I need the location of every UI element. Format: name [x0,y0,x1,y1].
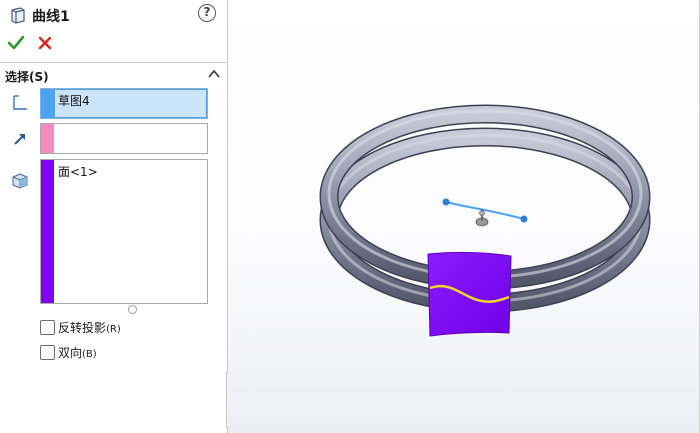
direction-color-swatch [41,124,54,153]
sketch-color-swatch [41,89,54,118]
sketch-selection-box[interactable]: 草图4 [40,88,208,119]
reverse-projection-checkbox[interactable] [40,320,55,335]
bidirectional-option[interactable]: 双向(B) [40,345,120,361]
sketch-icon [13,95,27,110]
property-manager-panel: 曲线1 ? 选择(S) 草图4 面<1> 反转投影(R) 双向(B) [0,0,227,433]
bidirectional-checkbox[interactable] [40,345,55,360]
face-selection-item[interactable]: 面<1> [58,163,98,180]
graphics-viewport[interactable] [228,0,700,433]
ok-button[interactable] [7,34,25,52]
bidirectional-text: 双向 [58,346,83,360]
sketch-selection-value: 草图4 [58,94,90,108]
cancel-button[interactable] [37,34,53,52]
curve-feature-icon [11,7,25,24]
header-divider [0,62,227,63]
help-button[interactable]: ? [198,4,216,22]
reverse-projection-accel: (R) [106,324,121,335]
face-cube-icon [12,173,28,189]
reverse-projection-option[interactable]: 反转投影(R) [40,320,160,336]
direction-arrow-icon [14,134,25,145]
origin-marker-icon [475,209,489,227]
direction-selection-box[interactable] [40,123,208,154]
bidirectional-label: 双向(B) [58,344,97,361]
bidirectional-accel: (B) [82,349,97,360]
selected-face-patch[interactable] [427,251,512,337]
selection-group-title: 选择(S) [5,70,49,84]
reverse-projection-label: 反转投影(R) [58,319,121,336]
reverse-projection-text: 反转投影 [58,321,107,335]
face-selection-box[interactable]: 面<1> [40,159,208,304]
model-scene [319,104,651,337]
panel-title: 曲线1 [32,9,70,25]
face-color-swatch [41,160,54,303]
chevron-up-icon[interactable] [206,67,222,81]
panel-header: 曲线1 ? [0,0,227,28]
list-resize-handle[interactable] [128,305,137,314]
